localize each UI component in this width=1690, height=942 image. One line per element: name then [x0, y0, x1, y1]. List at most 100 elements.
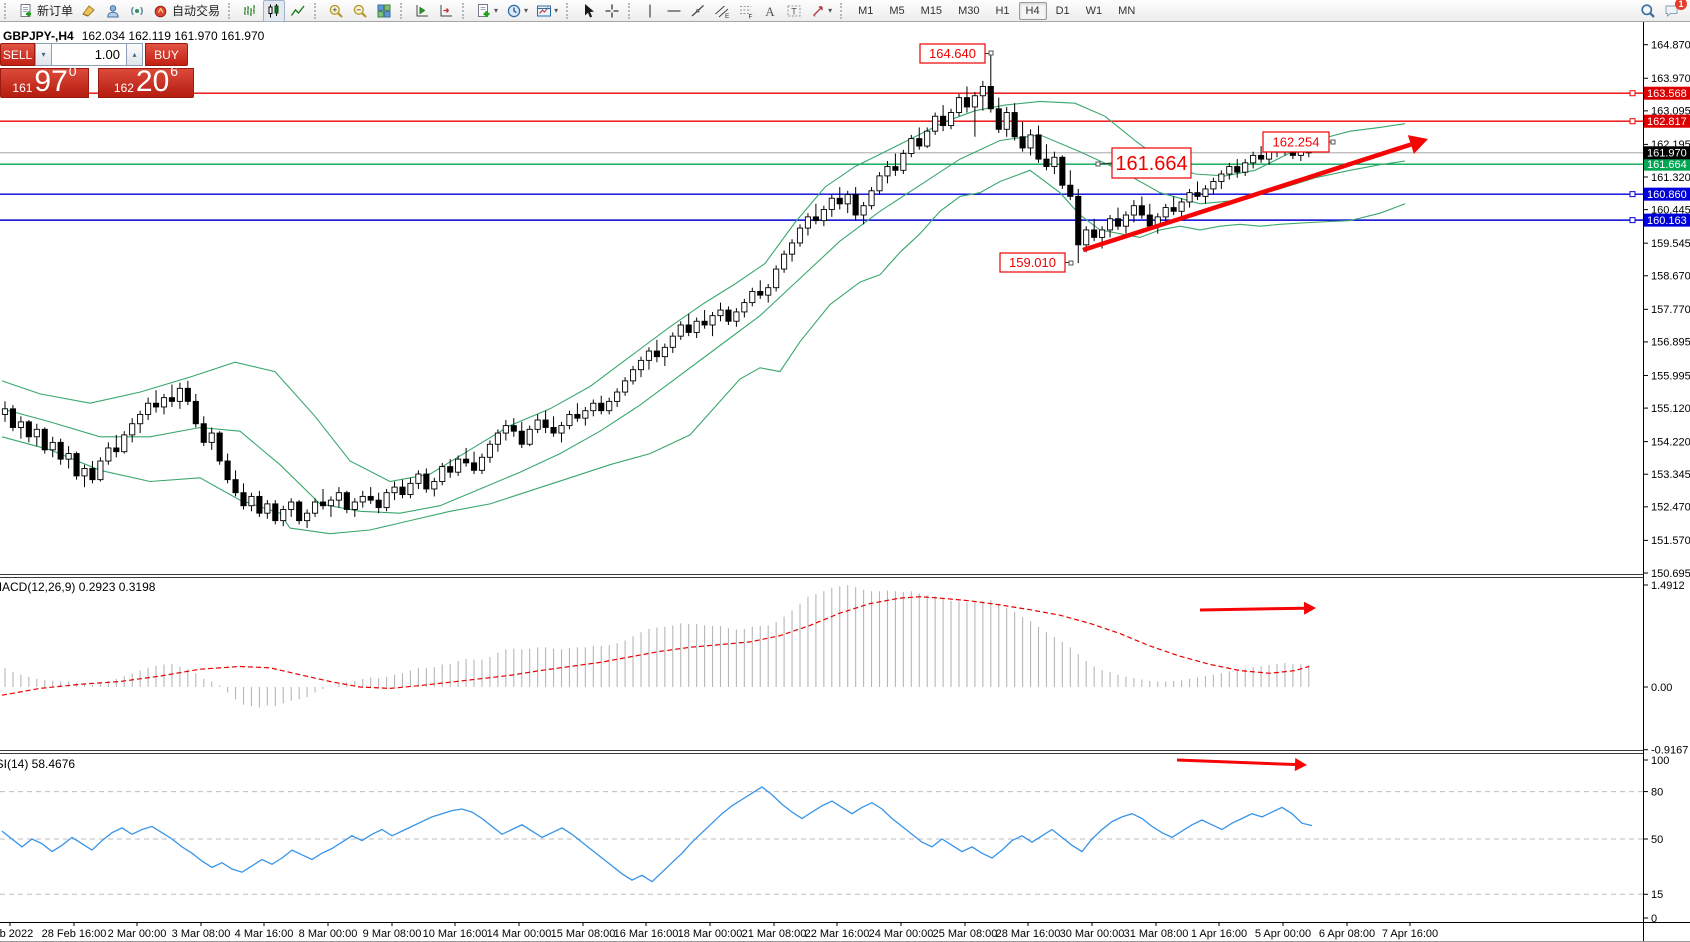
volume-decrease-button[interactable]: ▾ — [35, 43, 52, 66]
candle — [519, 431, 524, 444]
candle — [925, 131, 930, 146]
candle — [1028, 135, 1033, 148]
time-label: Feb 2022 — [0, 928, 33, 940]
horizontal-line-tool-button[interactable] — [663, 0, 685, 22]
time-label: 9 Mar 08:00 — [363, 928, 422, 940]
candle — [42, 429, 47, 449]
search-button[interactable] — [1637, 0, 1659, 22]
price-tick-label: 151.570 — [1651, 535, 1690, 547]
buy-button[interactable]: BUY — [145, 43, 188, 66]
line-chart-mode-button[interactable] — [287, 0, 309, 22]
auto-trading-button[interactable]: 自动交易 — [150, 0, 223, 22]
candle — [273, 504, 278, 521]
bar-chart-mode-button[interactable] — [239, 0, 261, 22]
price-tick-label: 164.870 — [1651, 40, 1690, 52]
channel-tool-button[interactable]: E — [711, 0, 733, 22]
candle — [225, 461, 230, 480]
candle — [869, 191, 874, 206]
candle — [591, 403, 596, 410]
trendline-tool-button[interactable] — [687, 0, 709, 22]
crosshair-tool-button[interactable] — [601, 0, 623, 22]
sell-price[interactable]: 161970 — [0, 68, 89, 98]
timeframe-h4-button[interactable]: H4 — [1019, 2, 1047, 20]
candle — [66, 454, 71, 460]
timeframe-mn-button[interactable]: MN — [1111, 2, 1142, 20]
price-tick-label: 158.670 — [1651, 271, 1690, 283]
candle — [2, 409, 7, 415]
price-chart-canvas[interactable]: 164.640162.254161.664159.010164.870163.9… — [0, 22, 1690, 941]
zoom-in-button[interactable] — [325, 0, 347, 22]
toolbar-group-grip — [228, 3, 235, 19]
profile-icon — [105, 3, 121, 19]
text-tool-button[interactable]: A — [759, 0, 781, 22]
zoom-out-button[interactable] — [349, 0, 371, 22]
timeframe-d1-button[interactable]: D1 — [1049, 2, 1077, 20]
toolbar-group-grip — [462, 3, 469, 19]
templates-button[interactable]: ▾ — [533, 0, 561, 22]
candle — [1020, 137, 1025, 148]
candle — [153, 403, 158, 407]
candle — [1044, 159, 1049, 166]
fibonacci-tool-button[interactable]: F — [735, 0, 757, 22]
candle — [1123, 215, 1128, 226]
tile-windows-button[interactable] — [373, 0, 395, 22]
cursor-tool-button[interactable] — [577, 0, 599, 22]
candle — [90, 468, 95, 479]
magnifier-icon — [1640, 3, 1656, 19]
ohlc-values: 162.034 162.119 161.970 161.970 — [82, 29, 265, 43]
profile-button[interactable] — [102, 0, 124, 22]
candle — [1163, 208, 1168, 217]
text-label-tool-button[interactable]: T — [783, 0, 805, 22]
timeframe-m5-button[interactable]: M5 — [882, 2, 911, 20]
timeframe-w1-button[interactable]: W1 — [1079, 2, 1110, 20]
arrows-tool-button[interactable]: ▾ — [807, 0, 835, 22]
price-tick-label: 150.695 — [1651, 568, 1690, 580]
time-label: 3 Mar 08:00 — [172, 928, 231, 940]
current-price-label: 161.970 — [1647, 148, 1687, 160]
volume-input[interactable]: 1.00 — [52, 43, 126, 66]
candle — [933, 116, 938, 131]
candle — [893, 167, 898, 171]
line-handle — [1630, 91, 1635, 96]
candle — [1092, 230, 1097, 237]
rsi-indicator-label: RSI(14) 58.4676 — [0, 757, 75, 771]
sell-button[interactable]: SELL — [0, 43, 35, 66]
candle — [146, 403, 151, 414]
candle — [766, 288, 771, 295]
candle — [98, 461, 103, 480]
candle — [678, 325, 683, 336]
candle-chart-mode-button[interactable] — [263, 0, 285, 22]
timeframe-m30-button[interactable]: M30 — [951, 2, 986, 20]
textT-icon: T — [786, 3, 802, 19]
candle — [1100, 230, 1105, 237]
macd-indicator-label: MACD(12,26,9) 0.2923 0.3198 — [0, 580, 156, 594]
volume-increase-button[interactable]: ▴ — [126, 43, 143, 66]
vertical-line-tool-button[interactable] — [639, 0, 661, 22]
candle — [400, 487, 405, 494]
chisel-tool-button[interactable] — [78, 0, 100, 22]
price-tag-label: 162.817 — [1647, 116, 1687, 128]
new-order-button[interactable]: 新订单 — [15, 0, 76, 22]
periods-button[interactable]: ▾ — [503, 0, 531, 22]
candle — [742, 303, 747, 312]
candle — [750, 291, 755, 302]
auto-scroll-button[interactable] — [435, 0, 457, 22]
timeframe-h1-button[interactable]: H1 — [988, 2, 1016, 20]
candle — [1060, 157, 1065, 185]
dropdown-arrow-icon: ▾ — [494, 6, 498, 15]
chisel-icon — [81, 3, 97, 19]
signal-button[interactable] — [126, 0, 148, 22]
chart-shift-button[interactable] — [411, 0, 433, 22]
rsi-axis-label: 15 — [1651, 889, 1663, 901]
timeframe-m15-button[interactable]: M15 — [914, 2, 949, 20]
indicators-list-button[interactable]: ▾ — [473, 0, 501, 22]
candle — [1251, 155, 1256, 162]
timeframe-m1-button[interactable]: M1 — [851, 2, 880, 20]
notifications-button[interactable]: 1 — [1661, 0, 1683, 22]
candle — [217, 433, 222, 461]
candle — [130, 424, 135, 435]
buy-price[interactable]: 162206 — [98, 68, 194, 98]
candle — [336, 493, 341, 500]
candle — [384, 493, 389, 508]
candle — [1052, 157, 1057, 166]
